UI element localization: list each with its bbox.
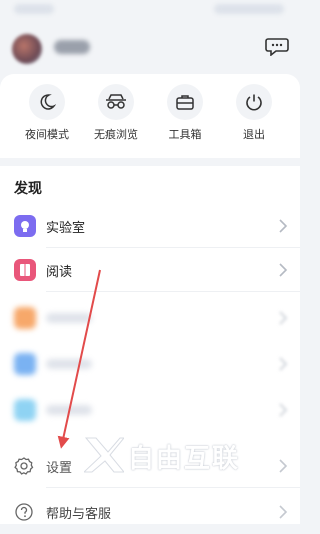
- menu-item-blurred-2[interactable]: [0, 342, 300, 386]
- status-left-blur: [14, 4, 54, 14]
- blurred-icon: [14, 399, 36, 421]
- toolbox-button[interactable]: 工具箱: [155, 84, 215, 142]
- watermark-text: 自由互联: [128, 444, 241, 474]
- logout-circle: [236, 84, 272, 120]
- logout-button[interactable]: 退出: [224, 84, 284, 142]
- blurred-icon: [14, 353, 36, 375]
- blurred-label: [46, 359, 92, 369]
- toolbox-icon: [176, 95, 194, 110]
- blurred-label: [46, 405, 92, 415]
- lab-bulb-glyph: [21, 221, 29, 232]
- settings-label: 设置: [46, 461, 73, 476]
- toolbox-circle: [167, 84, 203, 120]
- section-title-discover: 发现: [14, 181, 42, 197]
- chat-bubble-icon: [265, 38, 289, 57]
- moon-icon: [40, 94, 56, 110]
- menu-item-blurred-1[interactable]: [0, 296, 300, 340]
- menu-item-blurred-3[interactable]: [0, 388, 300, 432]
- menu-item-lab[interactable]: 实验室: [0, 204, 300, 248]
- incognito-label: 无痕浏览: [94, 128, 138, 141]
- night-mode-circle: [29, 84, 65, 120]
- chevron-right-icon: [279, 403, 288, 417]
- divider: [46, 291, 300, 292]
- lab-icon: [14, 215, 36, 237]
- chevron-right-icon: [279, 311, 288, 325]
- book-glyph: [20, 264, 30, 276]
- profile-header: [0, 20, 300, 74]
- help-circle-icon: [15, 503, 33, 521]
- avatar[interactable]: [12, 34, 42, 64]
- blurred-icon: [14, 307, 36, 329]
- status-right-blur: [214, 4, 284, 14]
- incognito-circle: [98, 84, 134, 120]
- chevron-right-icon: [279, 459, 288, 473]
- watermark: 自由互联: [84, 430, 274, 478]
- toolbox-label: 工具箱: [168, 128, 202, 141]
- night-mode-label: 夜间模式: [25, 128, 69, 141]
- section-gap: [0, 158, 300, 166]
- menu-item-label: 阅读: [46, 265, 73, 280]
- incognito-button[interactable]: 无痕浏览: [86, 84, 146, 142]
- watermark-x-logo: [84, 437, 124, 473]
- username-blurred[interactable]: [54, 40, 90, 54]
- power-icon: [246, 94, 262, 111]
- blurred-label: [46, 313, 92, 323]
- chevron-right-icon: [279, 505, 288, 519]
- incognito-glasses-icon: [106, 94, 126, 109]
- logout-label: 退出: [243, 128, 265, 141]
- help-label: 帮助与客服: [46, 507, 112, 522]
- menu-item-help[interactable]: 帮助与客服: [0, 490, 300, 534]
- chevron-right-icon: [279, 263, 288, 277]
- chevron-right-icon: [279, 219, 288, 233]
- gear-icon: [14, 457, 34, 475]
- message-button[interactable]: [265, 36, 289, 57]
- menu-item-read[interactable]: 阅读: [0, 248, 300, 292]
- chevron-right-icon: [279, 357, 288, 371]
- menu-item-label: 实验室: [46, 221, 86, 236]
- status-bar: [0, 0, 300, 20]
- night-mode-button[interactable]: 夜间模式: [17, 84, 77, 142]
- divider: [46, 487, 300, 488]
- book-icon: [14, 259, 36, 281]
